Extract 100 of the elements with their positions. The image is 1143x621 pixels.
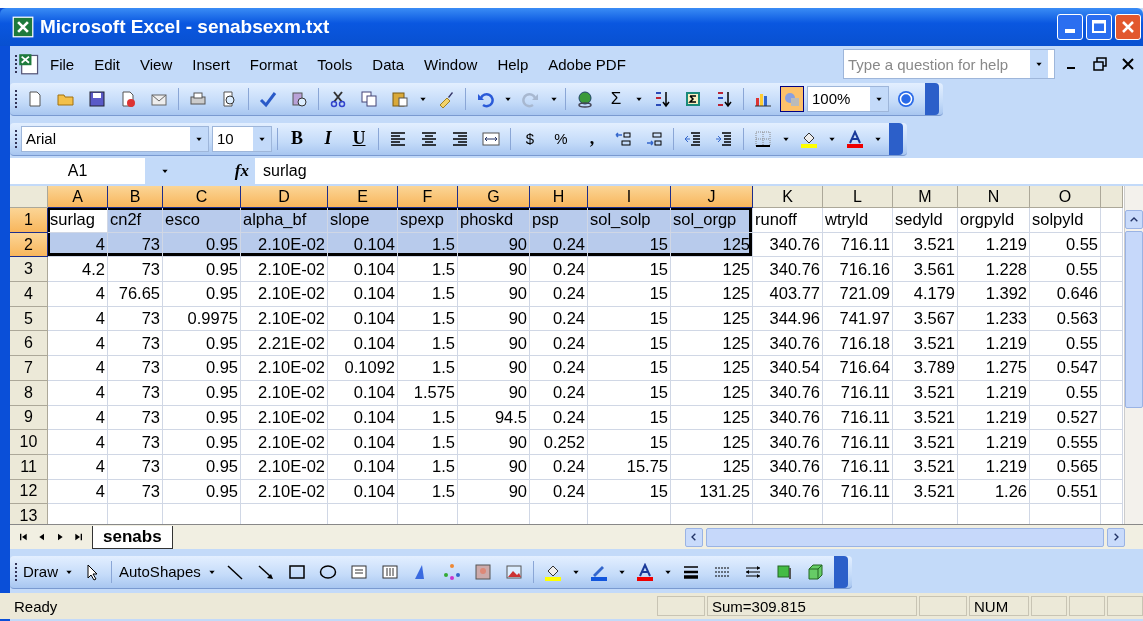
table-cell: 125 <box>671 356 753 381</box>
column-header[interactable]: O <box>1030 186 1101 208</box>
column-header[interactable]: F <box>398 186 458 208</box>
maximize-button[interactable] <box>1086 14 1112 40</box>
table-cell: 0.104 <box>328 306 398 332</box>
draw-menu-button[interactable]: Draw <box>21 558 60 585</box>
column-header[interactable]: J <box>671 186 753 208</box>
menu-item[interactable]: Help <box>487 51 539 77</box>
row-header[interactable]: 3 <box>10 257 48 283</box>
minimize-button[interactable] <box>1057 14 1083 40</box>
table-cell: 0.95 <box>163 430 241 455</box>
sheet-tab[interactable]: senabs <box>92 525 173 549</box>
table-cell: 340.54 <box>753 356 823 381</box>
table-cell: 90 <box>458 257 530 283</box>
table-cell: 0.24 <box>530 454 588 480</box>
row-header[interactable]: 7 <box>10 356 48 381</box>
function-label[interactable]: fx <box>185 158 255 184</box>
row-header[interactable]: 6 <box>10 331 48 357</box>
column-header[interactable]: C <box>163 186 241 208</box>
table-cell: 0.104 <box>328 232 398 258</box>
bold-button[interactable]: B <box>283 125 311 152</box>
table-cell: 1.5 <box>398 454 458 480</box>
column-header[interactable]: L <box>823 186 893 208</box>
italic-button[interactable]: I <box>314 125 342 152</box>
table-cell: slope <box>328 208 398 233</box>
column-header[interactable]: N <box>958 186 1030 208</box>
autoshapes-menu-button[interactable]: AutoShapes <box>117 558 203 585</box>
menu-item[interactable]: View <box>130 51 183 77</box>
row-header[interactable]: 12 <box>10 479 48 505</box>
table-cell: 0.95 <box>163 331 241 357</box>
table-cell: 340.76 <box>753 454 823 480</box>
comma-button[interactable]: , <box>578 125 606 152</box>
column-header[interactable]: K <box>753 186 823 208</box>
column-header[interactable]: G <box>458 186 530 208</box>
font-dropdown[interactable]: Arial <box>21 125 209 152</box>
column-header[interactable]: M <box>893 186 958 208</box>
scroll-left-button[interactable] <box>685 527 703 547</box>
status-pane <box>919 596 967 616</box>
zoom-dropdown[interactable]: 100% <box>807 85 889 112</box>
close-button[interactable] <box>1115 14 1141 40</box>
column-header[interactable]: D <box>241 186 328 208</box>
menu-item[interactable]: Format <box>239 51 308 77</box>
toolbar-options-button[interactable] <box>925 82 939 115</box>
row-header[interactable]: 5 <box>10 306 48 332</box>
workbook-icon[interactable] <box>18 53 40 75</box>
table-cell: wtryld <box>823 208 893 233</box>
column-header[interactable]: H <box>530 186 588 208</box>
table-cell: 3.561 <box>893 257 958 283</box>
autosum-button[interactable]: Σ <box>602 85 630 112</box>
menu-item[interactable]: Tools <box>307 51 363 77</box>
row-header[interactable]: 1 <box>10 208 48 233</box>
table-cell: 0.104 <box>328 257 398 283</box>
row-header[interactable]: 11 <box>10 454 48 480</box>
scroll-right-button[interactable] <box>1107 527 1125 547</box>
help-search-field[interactable]: Type a question for help <box>843 49 1055 79</box>
row-header[interactable]: 9 <box>10 405 48 431</box>
table-cell: 716.11 <box>823 479 893 505</box>
table-cell: 340.76 <box>753 331 823 357</box>
table-cell: 4 <box>48 232 108 258</box>
row-header[interactable]: 2 <box>10 232 48 258</box>
scrollbar-thumb[interactable] <box>1125 231 1143 408</box>
column-header[interactable]: A <box>48 186 108 208</box>
table-cell: 0.24 <box>530 306 588 332</box>
percent-button[interactable]: % <box>547 125 575 152</box>
formula-field[interactable]: surlag <box>255 162 307 180</box>
table-cell: cn2f <box>108 208 163 233</box>
menu-item[interactable]: File <box>40 51 85 77</box>
row-header[interactable]: 13 <box>10 504 48 524</box>
row-header[interactable]: 4 <box>10 282 48 307</box>
scrollbar-thumb[interactable] <box>706 527 1104 547</box>
column-header[interactable]: I <box>588 186 671 208</box>
table-cell: sol_solp <box>588 208 671 233</box>
menu-item[interactable]: Insert <box>182 51 240 77</box>
scroll-up-button[interactable] <box>1125 210 1143 229</box>
table-cell: 2.10E-02 <box>241 454 328 480</box>
toolbar-options-button[interactable] <box>889 122 903 155</box>
table-cell: 0.104 <box>328 282 398 307</box>
row-header[interactable]: 10 <box>10 430 48 455</box>
menu-item[interactable]: Data <box>362 51 415 77</box>
restore-icon[interactable] <box>1091 55 1109 73</box>
menu-item[interactable]: Window <box>414 51 488 77</box>
drawing-icon[interactable] <box>780 85 804 112</box>
table-cell: orgpyld <box>958 208 1030 233</box>
table-cell: 15 <box>588 306 671 332</box>
column-header[interactable]: E <box>328 186 398 208</box>
first-sheet-icon[interactable] <box>18 531 30 543</box>
column-header[interactable]: B <box>108 186 163 208</box>
toolbar-options-button[interactable] <box>833 555 848 588</box>
table-cell: 15.75 <box>588 454 671 480</box>
currency-button[interactable]: $ <box>516 125 544 152</box>
table-cell: 3.521 <box>893 479 958 505</box>
menu-item[interactable]: Adobe PDF <box>538 51 636 77</box>
table-cell: 3.521 <box>893 331 958 357</box>
table-cell: 1.219 <box>958 405 1030 431</box>
last-sheet-icon[interactable] <box>72 531 84 543</box>
menu-item[interactable]: Edit <box>84 51 131 77</box>
underline-button[interactable]: U <box>345 125 373 152</box>
font-size-dropdown[interactable]: 10 <box>212 125 272 152</box>
row-header[interactable]: 8 <box>10 380 48 406</box>
table-cell: 125 <box>671 380 753 406</box>
